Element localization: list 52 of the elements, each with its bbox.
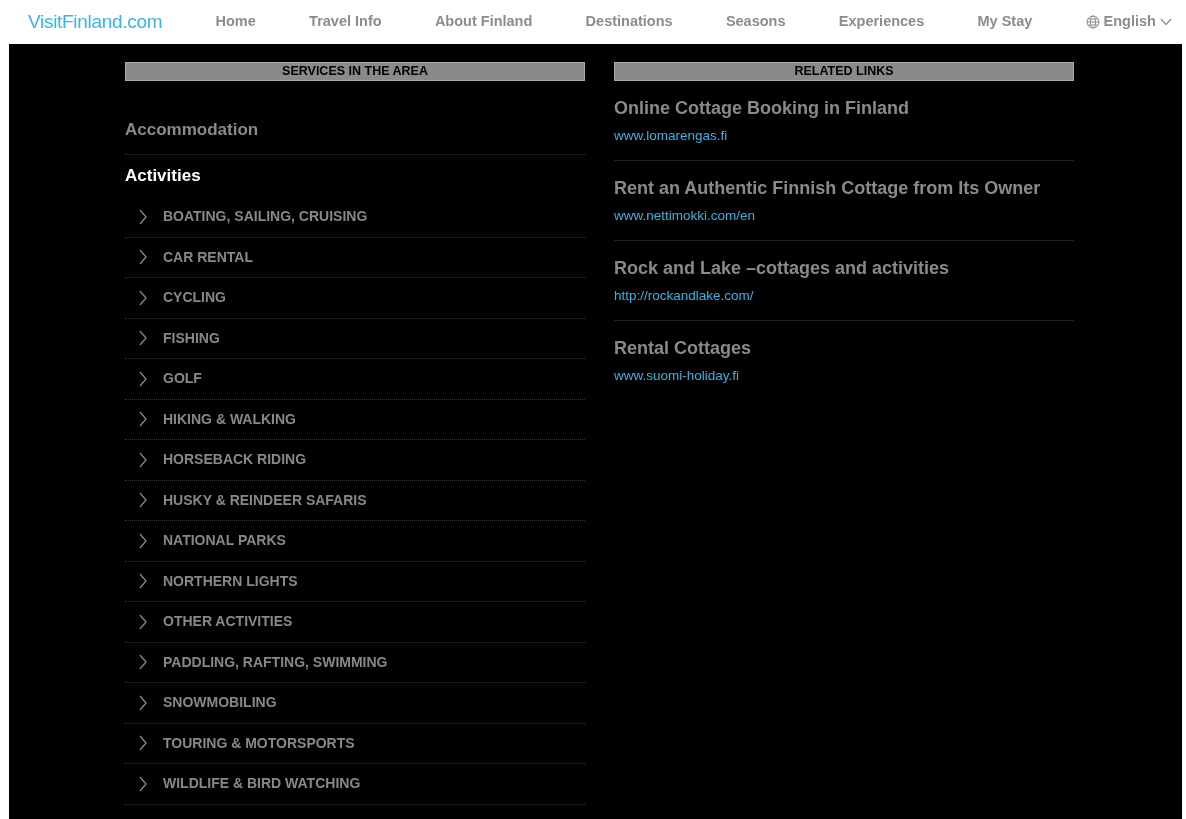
link-title[interactable]: Rental Cottages <box>614 335 1074 363</box>
chevron-right-icon <box>139 208 147 225</box>
chevron-right-icon <box>139 654 147 671</box>
chevron-right-icon <box>139 775 147 792</box>
activity-link[interactable]: GOLF <box>163 368 202 390</box>
activity-link[interactable]: OTHER ACTIVITIES <box>163 611 293 633</box>
activity-link[interactable]: SNOWMOBILING <box>163 692 277 714</box>
activity-link[interactable]: NORTHERN LIGHTS <box>163 570 298 592</box>
nav-link[interactable]: Travel Info <box>309 11 382 33</box>
chevron-right-icon <box>139 573 147 590</box>
activity-link[interactable]: WILDLIFE & BIRD WATCHING <box>163 773 361 795</box>
activity-link[interactable]: HIKING & WALKING <box>163 408 296 430</box>
chevron-right-icon <box>139 249 147 266</box>
chevron-right-icon <box>139 532 147 549</box>
link-title[interactable]: Rent an Authentic Finnish Cottage from Its Owner <box>614 174 1074 202</box>
nav-link[interactable]: About Finland <box>434 11 533 33</box>
link-url[interactable]: http://rockandlake.com/ <box>614 285 1074 307</box>
nav-link[interactable]: My Stay <box>977 11 1033 33</box>
activity-link[interactable]: NATIONAL PARKS <box>163 530 286 552</box>
nav-link[interactable]: Seasons <box>725 11 786 33</box>
caret-icon <box>1159 18 1172 26</box>
language-selector[interactable]: English <box>1085 11 1172 33</box>
activity-link[interactable]: CYCLING <box>163 287 226 309</box>
section-header: RELATED LINKS <box>614 62 1074 81</box>
chevron-right-icon <box>139 451 147 468</box>
activity-link[interactable]: FISHING <box>163 327 220 349</box>
chevron-right-icon <box>139 411 147 428</box>
activity-link[interactable]: HUSKY & REINDEER SAFARIS <box>163 489 367 511</box>
link-url[interactable]: www.suomi-holiday.fi <box>614 366 1074 387</box>
chevron-right-icon <box>139 330 147 347</box>
chevron-right-icon <box>139 613 147 630</box>
activity-link[interactable]: TOURING & MOTORSPORTS <box>163 732 355 754</box>
chevron-right-icon <box>139 735 147 752</box>
link-url[interactable]: www.lomarengas.fi <box>614 125 1074 147</box>
section-header: SERVICES IN THE AREA <box>125 62 585 81</box>
activity-link[interactable]: BOATING, SAILING, CRUISING <box>163 206 368 228</box>
category-link[interactable]: Activities <box>125 163 201 189</box>
link-title[interactable]: Online Cottage Booking in Finland <box>614 94 1074 122</box>
activity-link[interactable]: PADDLING, RAFTING, SWIMMING <box>163 651 388 673</box>
link-url[interactable]: www.nettimokki.com/en <box>614 205 1074 227</box>
category-link[interactable]: Accommodation <box>125 116 259 143</box>
nav-link[interactable]: Experiences <box>838 11 925 33</box>
chevron-right-icon <box>139 694 147 711</box>
globe-icon <box>1085 15 1100 29</box>
chevron-right-icon <box>139 492 147 509</box>
chevron-right-icon <box>139 289 147 306</box>
activity-link[interactable]: CAR RENTAL <box>163 246 253 268</box>
nav-link[interactable]: Home <box>215 11 256 33</box>
nav-link[interactable]: Destinations <box>585 11 673 33</box>
link-title[interactable]: Rock and Lake –cottages and activities <box>614 254 1074 282</box>
activity-link[interactable]: HORSEBACK RIDING <box>163 449 307 471</box>
chevron-right-icon <box>139 370 147 387</box>
